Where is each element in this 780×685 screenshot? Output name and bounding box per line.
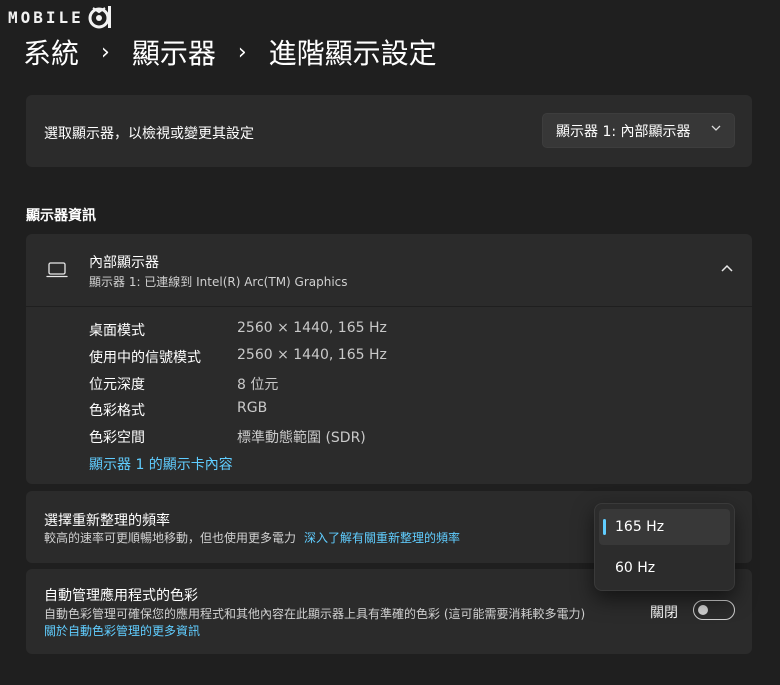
- display-select-card: 選取顯示器，以檢視或變更其設定 顯示器 1: 內部顯示器: [26, 95, 752, 167]
- chevron-down-icon: [710, 122, 722, 137]
- display-adapter-properties-link[interactable]: 顯示器 1 的顯示卡內容: [89, 454, 233, 474]
- refresh-rate-option-60[interactable]: 60 Hz: [599, 550, 730, 586]
- option-label: 165 Hz: [615, 519, 665, 535]
- info-value: RGB: [237, 400, 268, 416]
- refresh-rate-option-165[interactable]: 165 Hz: [599, 509, 730, 545]
- refresh-rate-dropdown-menu: 165 Hz 60 Hz: [594, 503, 735, 591]
- info-value: 2560 × 1440, 165 Hz: [237, 347, 387, 363]
- laptop-icon: [46, 261, 68, 283]
- breadcrumb-separator-icon: ›: [237, 39, 247, 65]
- info-value: 標準動態範圍 (SDR): [237, 430, 366, 446]
- display-info-subtitle: 顯示器 1: 已連線到 Intel(R) Arc(TM) Graphics: [89, 275, 348, 289]
- display-select-value: 顯示器 1: 內部顯示器: [556, 123, 691, 140]
- display-info-header[interactable]: 內部顯示器 顯示器 1: 已連線到 Intel(R) Arc(TM) Graph…: [26, 234, 752, 306]
- logo-text: MOBILE: [8, 7, 84, 27]
- auto-color-toggle[interactable]: [693, 600, 735, 620]
- option-label: 60 Hz: [615, 560, 656, 576]
- auto-color-more-info-link[interactable]: 關於自動色彩管理的更多資訊: [44, 622, 200, 639]
- auto-color-title: 自動管理應用程式的色彩: [44, 588, 198, 604]
- breadcrumb-item-display[interactable]: 顯示器: [132, 32, 216, 72]
- display-info-title: 內部顯示器: [89, 255, 159, 271]
- refresh-rate-description-text: 較高的速率可更順暢地移動，但也使用更多電力: [44, 531, 297, 545]
- auto-color-description: 自動色彩管理可確保您的應用程式和其他內容在此顯示器上具有準確的色彩 (這可能需要…: [44, 607, 586, 621]
- info-label: 色彩格式: [89, 403, 145, 419]
- display-select-label: 選取顯示器，以檢視或變更其設定: [44, 126, 254, 142]
- selected-indicator: [603, 519, 606, 535]
- info-label: 位元深度: [89, 377, 145, 393]
- info-value: 8 位元: [237, 377, 279, 393]
- info-label: 桌面模式: [89, 323, 145, 339]
- section-title-display-info: 顯示器資訊: [26, 208, 96, 224]
- refresh-rate-title: 選擇重新整理的頻率: [44, 513, 170, 529]
- logo-emblem-icon: [88, 6, 111, 29]
- breadcrumb-separator-icon: ›: [101, 39, 110, 65]
- chevron-up-icon[interactable]: [720, 261, 734, 280]
- refresh-rate-learn-more-link[interactable]: 深入了解有關重新整理的頻率: [304, 531, 460, 545]
- display-select-dropdown[interactable]: 顯示器 1: 內部顯示器: [542, 113, 735, 148]
- breadcrumb: 系統 › 顯示器 › 進階顯示設定: [23, 32, 437, 72]
- display-info-details: 桌面模式 2560 × 1440, 165 Hz 使用中的信號模式 2560 ×…: [26, 307, 752, 484]
- info-label: 使用中的信號模式: [89, 350, 201, 366]
- page-title: 進階顯示設定: [268, 37, 437, 70]
- info-value: 2560 × 1440, 165 Hz: [237, 320, 387, 336]
- info-label: 色彩空間: [89, 430, 145, 446]
- mobile01-logo: MOBILE: [8, 4, 113, 30]
- breadcrumb-item-system[interactable]: 系統: [23, 32, 79, 72]
- auto-color-toggle-label: 關閉: [650, 605, 678, 621]
- refresh-rate-description: 較高的速率可更順暢地移動，但也使用更多電力 深入了解有關重新整理的頻率: [44, 529, 460, 546]
- toggle-knob: [698, 605, 708, 615]
